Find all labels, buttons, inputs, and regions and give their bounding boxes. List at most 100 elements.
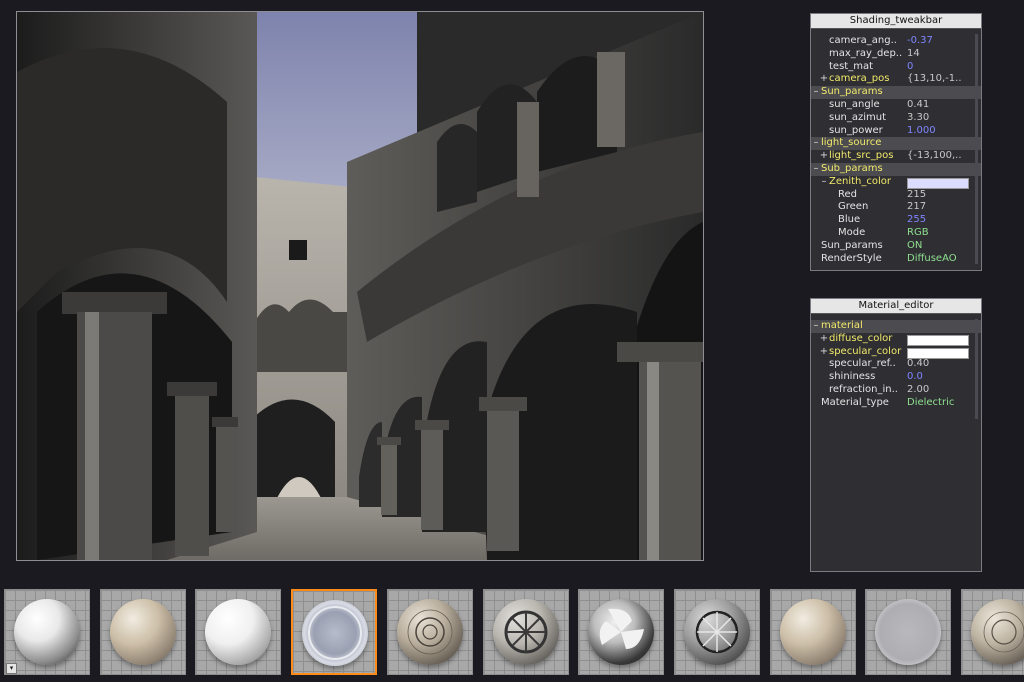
row-label: +light_src_pos <box>819 150 894 163</box>
material-thumb-wheel-spokes[interactable] <box>673 589 760 675</box>
material-editor-row-specular-ref-[interactable]: specular_ref.. 0.40 <box>811 358 981 371</box>
material-editor-tweakbar[interactable]: Material_editor – material +diffuse_color +… <box>810 298 982 572</box>
row-label: Sun_params <box>821 240 883 253</box>
row-label-text: refraction_in.. <box>829 383 898 395</box>
row-label-text: Sun_params <box>821 86 883 98</box>
material-editor-row-diffuse-color[interactable]: +diffuse_color <box>811 333 981 346</box>
row-value[interactable]: -0.37 <box>907 35 933 48</box>
row-value[interactable]: 1.000 <box>907 125 936 138</box>
material-editor-row-material-type[interactable]: Material_type Dielectric <box>811 397 981 410</box>
shading-tweakbar-row-sun-params[interactable]: Sun_params ON <box>811 240 981 253</box>
row-label-text: Sub_params <box>821 162 883 174</box>
row-label-text: Blue <box>838 214 861 226</box>
shading-tweakbar-row-mode[interactable]: Mode RGB <box>811 227 981 240</box>
shading-tweakbar-row-sub-params[interactable]: – Sub_params <box>811 162 981 176</box>
material-thumb-sandstone[interactable] <box>769 589 856 675</box>
row-value[interactable]: 14 <box>907 48 920 61</box>
material-thumb-fan-blades[interactable] <box>578 589 665 675</box>
material-thumb-white-glossy[interactable] <box>195 589 282 675</box>
collapse-icon[interactable]: – <box>819 176 829 189</box>
row-label-text: sun_angle <box>829 98 880 110</box>
row-label-text: Sun_params <box>821 239 883 251</box>
shading-tweakbar-row-zenith-color[interactable]: – Zenith_color <box>811 176 981 189</box>
row-value[interactable]: {13,10,-1.. <box>907 73 962 86</box>
row-value[interactable]: 255 <box>907 214 926 227</box>
shading-tweakbar-row-camera-ang-[interactable]: camera_ang.. -0.37 <box>811 35 981 48</box>
row-value[interactable]: 2.00 <box>907 384 929 397</box>
material-editor-row-material[interactable]: – material <box>811 320 981 333</box>
collapse-icon[interactable]: – <box>811 320 821 333</box>
row-value[interactable]: Dielectric <box>907 397 954 410</box>
expand-icon[interactable]: + <box>819 333 829 346</box>
row-value[interactable]: 0.41 <box>907 99 929 112</box>
shading-tweakbar-row-camera-pos[interactable]: +camera_pos {13,10,-1.. <box>811 73 981 86</box>
row-label: – Sun_params <box>811 86 883 99</box>
shading-tweakbar-rows: camera_ang.. -0.37 max_ray_dep.. 14 test_mat… <box>811 29 981 265</box>
material-thumb-glass[interactable] <box>291 589 378 675</box>
shading-tweakbar-scrollbar[interactable] <box>975 34 978 264</box>
color-swatch[interactable] <box>907 347 969 359</box>
row-label: max_ray_dep.. <box>829 48 902 61</box>
color-swatch[interactable] <box>907 177 969 189</box>
row-label: – material <box>811 320 863 333</box>
row-label: shininess <box>829 371 875 384</box>
shading-tweakbar-title[interactable]: Shading_tweakbar <box>811 14 981 29</box>
row-value[interactable]: 0.40 <box>907 358 929 371</box>
shading-tweakbar[interactable]: Shading_tweakbar camera_ang.. -0.37 max_ra… <box>810 13 982 271</box>
row-value[interactable]: 0.0 <box>907 371 923 384</box>
row-label-text: material <box>821 320 863 331</box>
row-label-text: test_mat <box>829 60 873 72</box>
row-label-text: sun_power <box>829 124 883 136</box>
shading-tweakbar-row-green[interactable]: Green 217 <box>811 201 981 214</box>
material-editor-row-refraction-in-[interactable]: refraction_in.. 2.00 <box>811 384 981 397</box>
row-label-text: specular_ref.. <box>829 358 896 370</box>
shading-tweakbar-row-sun-power[interactable]: sun_power 1.000 <box>811 125 981 138</box>
shading-tweakbar-row-blue[interactable]: Blue 255 <box>811 214 981 227</box>
row-label: sun_power <box>829 125 883 138</box>
material-editor-row-specular-color[interactable]: +specular_color <box>811 346 981 359</box>
material-thumb-transparent-glass[interactable] <box>865 589 952 675</box>
material-sphere-preview <box>109 599 176 665</box>
render-viewport[interactable] <box>16 11 704 561</box>
material-thumb-tile-pattern[interactable] <box>961 589 1024 675</box>
expand-icon[interactable]: + <box>819 346 829 359</box>
collapse-icon[interactable]: – <box>811 137 821 150</box>
row-value[interactable]: 217 <box>907 201 926 214</box>
material-thumb-wheel-metal[interactable] <box>482 589 569 675</box>
shading-tweakbar-row-max-ray-dep-[interactable]: max_ray_dep.. 14 <box>811 48 981 61</box>
app-window: Shading_tweakbar camera_ang.. -0.37 max_ra… <box>0 0 1024 682</box>
expand-icon[interactable]: + <box>819 150 829 163</box>
row-label: Material_type <box>821 397 889 410</box>
shading-tweakbar-row-renderstyle[interactable]: RenderStyle DiffuseAO <box>811 253 981 266</box>
color-swatch[interactable] <box>907 334 969 346</box>
material-sphere-preview <box>396 599 463 665</box>
row-label-text: RenderStyle <box>821 252 882 264</box>
material-thumb-ornament-medallion[interactable] <box>386 589 473 675</box>
row-value[interactable]: DiffuseAO <box>907 253 957 266</box>
shading-tweakbar-row-test-mat[interactable]: test_mat 0 <box>811 61 981 74</box>
row-value[interactable]: RGB <box>907 227 929 240</box>
row-value[interactable]: 3.30 <box>907 112 929 125</box>
shading-tweakbar-row-light-source[interactable]: – light_source <box>811 137 981 151</box>
material-editor-scrollbar[interactable] <box>975 319 978 419</box>
expand-icon[interactable]: + <box>819 73 829 86</box>
shading-tweakbar-row-red[interactable]: Red 215 <box>811 189 981 202</box>
shading-tweakbar-row-sun-params[interactable]: – Sun_params <box>811 86 981 99</box>
strip-menu-icon[interactable]: ▾ <box>6 663 17 674</box>
collapse-icon[interactable]: – <box>811 86 821 99</box>
row-value[interactable]: ON <box>907 240 922 253</box>
shading-tweakbar-row-sun-azimut[interactable]: sun_azimut 3.30 <box>811 112 981 125</box>
collapse-icon[interactable]: – <box>811 163 821 176</box>
row-label: specular_ref.. <box>829 358 896 371</box>
row-label-text: shininess <box>829 371 876 383</box>
row-value[interactable]: 0 <box>907 61 913 74</box>
row-value[interactable]: {-13,100,.. <box>907 150 962 163</box>
material-editor-title[interactable]: Material_editor <box>811 299 981 314</box>
material-editor-row-shininess[interactable]: shininess 0.0 <box>811 371 981 384</box>
row-value[interactable]: 215 <box>907 189 926 202</box>
row-label: – Zenith_color <box>819 176 892 189</box>
shading-tweakbar-row-light-src-pos[interactable]: +light_src_pos {-13,100,.. <box>811 150 981 163</box>
material-sphere-preview <box>205 599 272 665</box>
material-thumb-beige-stone[interactable] <box>99 589 186 675</box>
shading-tweakbar-row-sun-angle[interactable]: sun_angle 0.41 <box>811 99 981 112</box>
